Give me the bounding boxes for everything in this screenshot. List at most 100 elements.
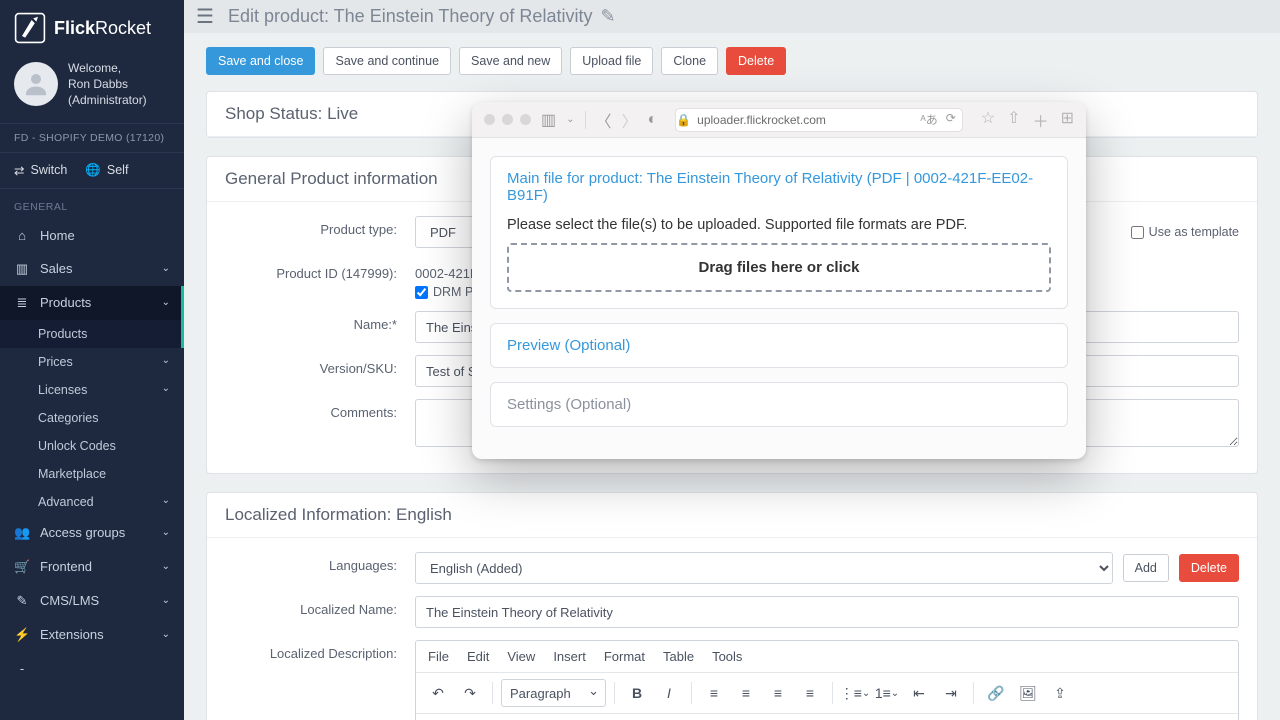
nav-extensions[interactable]: ⚡Extensions⌄: [0, 618, 184, 652]
avatar: [14, 62, 58, 106]
italic-icon[interactable]: I: [655, 679, 683, 707]
sidebar: FlickRocket Welcome, Ron Dabbs (Administ…: [0, 0, 184, 720]
delete-language-button[interactable]: Delete: [1179, 554, 1239, 582]
indent-icon[interactable]: ⇥: [937, 679, 965, 707]
brand-name: FlickRocket: [54, 18, 151, 39]
redo-icon[interactable]: ↷: [456, 679, 484, 707]
switch-toggle[interactable]: ⇄Switch: [14, 163, 67, 178]
action-buttons: Save and close Save and continue Save an…: [206, 47, 1258, 75]
list-icon: ≣: [14, 295, 30, 311]
accordion-preview[interactable]: Preview (Optional): [490, 323, 1068, 368]
use-as-template-checkbox[interactable]: Use as template: [1131, 225, 1239, 239]
chevron-down-icon: ⌄: [162, 297, 170, 308]
bullet-list-icon[interactable]: ⋮≡: [841, 679, 869, 707]
delete-button[interactable]: Delete: [726, 47, 786, 75]
label-comments: Comments:: [225, 399, 415, 420]
align-left-icon[interactable]: ≡: [700, 679, 728, 707]
nav-products[interactable]: ≣Products⌄: [0, 286, 184, 320]
ed-menu-table[interactable]: Table: [663, 649, 694, 664]
undo-icon[interactable]: ↶: [424, 679, 452, 707]
url-bar[interactable]: 🔒uploader.flickrocket.comᴬあ⟳: [675, 108, 963, 132]
reload-icon[interactable]: ⟳: [946, 111, 956, 128]
tenant-label: FD - SHOPIFY DEMO (17120): [0, 123, 184, 153]
upload-icon[interactable]: ⇪: [1046, 679, 1074, 707]
label-sku: Version/SKU:: [225, 355, 415, 376]
sub-licenses[interactable]: Licenses⌄: [0, 376, 184, 404]
share-icon[interactable]: ⇧: [1007, 108, 1020, 132]
edit-title-icon[interactable]: ✎: [600, 6, 615, 27]
nav-access[interactable]: 👥Access groups⌄: [0, 516, 184, 550]
people-icon: 👥: [14, 525, 30, 541]
topbar: ☰ Edit product: The Einstein Theory of R…: [184, 0, 1280, 33]
save-close-button[interactable]: Save and close: [206, 47, 315, 75]
paragraph-select[interactable]: Paragraph: [501, 679, 606, 707]
switch-icon: ⇄: [14, 163, 24, 178]
upload-file-button[interactable]: Upload file: [570, 47, 653, 75]
page-title: Edit product: The Einstein Theory of Rel…: [228, 6, 616, 27]
clone-button[interactable]: Clone: [661, 47, 718, 75]
label-product-id: Product ID (147999):: [225, 260, 415, 281]
label-localized-name: Localized Name:: [225, 596, 415, 617]
sub-products[interactable]: Products: [0, 320, 184, 348]
acc-main-file-header[interactable]: Main file for product: The Einstein Theo…: [491, 157, 1067, 217]
chevron-down-icon: ⌄: [162, 495, 170, 506]
ed-menu-view[interactable]: View: [507, 649, 535, 664]
nav-more[interactable]: -: [0, 652, 184, 685]
align-right-icon[interactable]: ≡: [764, 679, 792, 707]
nav-frontend[interactable]: 🛒Frontend⌄: [0, 550, 184, 584]
home-icon: ⌂: [14, 228, 30, 243]
localized-name-input[interactable]: [415, 596, 1239, 628]
save-continue-button[interactable]: Save and continue: [323, 47, 451, 75]
chart-icon: ▥: [14, 261, 30, 277]
align-center-icon[interactable]: ≡: [732, 679, 760, 707]
plus-icon[interactable]: ＋: [1033, 108, 1049, 132]
ed-menu-insert[interactable]: Insert: [553, 649, 586, 664]
window-controls[interactable]: [484, 114, 531, 125]
rich-text-editor: File Edit View Insert Format Table Tools: [415, 640, 1239, 720]
sub-categories[interactable]: Categories: [0, 404, 184, 432]
add-language-button[interactable]: Add: [1123, 554, 1169, 582]
bold-icon[interactable]: B: [623, 679, 651, 707]
tabs-icon[interactable]: ⊞: [1061, 108, 1074, 132]
ed-menu-file[interactable]: File: [428, 649, 449, 664]
accordion-main-file: Main file for product: The Einstein Theo…: [490, 156, 1068, 309]
localized-panel: Localized Information: English Languages…: [206, 492, 1258, 720]
nav-sales[interactable]: ▥Sales⌄: [0, 252, 184, 286]
sub-prices[interactable]: Prices⌄: [0, 348, 184, 376]
label-name: Name:*: [225, 311, 415, 332]
nav-home[interactable]: ⌂Home: [0, 219, 184, 252]
chevron-down-icon: ⌄: [162, 561, 170, 572]
forward-icon[interactable]: 〉: [622, 108, 638, 132]
globe-icon: 🌐: [85, 163, 101, 178]
editor-body[interactable]: The Einstein Theory of Relativity by Hen…: [416, 714, 1238, 720]
language-select[interactable]: English (Added): [415, 552, 1113, 584]
accordion-settings[interactable]: Settings (Optional): [490, 382, 1068, 427]
sub-marketplace[interactable]: Marketplace: [0, 460, 184, 488]
file-dropzone[interactable]: Drag files here or click: [507, 243, 1051, 292]
number-list-icon[interactable]: 1≡: [873, 679, 901, 707]
uploader-modal: ▥⌄ 〈〉 ◐ 🔒uploader.flickrocket.comᴬあ⟳ ☆ ⇧…: [472, 102, 1086, 459]
ed-menu-format[interactable]: Format: [604, 649, 645, 664]
sidebar-toggle-icon[interactable]: ▥: [541, 110, 556, 130]
upload-instructions: Please select the file(s) to be uploaded…: [507, 217, 1051, 233]
sub-unlock[interactable]: Unlock Codes: [0, 432, 184, 460]
image-icon[interactable]: 🖼: [1014, 679, 1042, 707]
link-icon[interactable]: 🔗: [982, 679, 1010, 707]
section-general: GENERAL: [0, 189, 184, 219]
ed-menu-edit[interactable]: Edit: [467, 649, 489, 664]
save-new-button[interactable]: Save and new: [459, 47, 562, 75]
back-icon[interactable]: 〈: [596, 108, 612, 132]
star-icon[interactable]: ☆: [981, 108, 995, 132]
shield-icon[interactable]: ◐: [648, 111, 658, 129]
nav-cms[interactable]: ✎CMS/LMS⌄: [0, 584, 184, 618]
hamburger-icon[interactable]: ☰: [196, 4, 214, 29]
welcome-text: Welcome,: [68, 60, 147, 76]
outdent-icon[interactable]: ⇤: [905, 679, 933, 707]
align-justify-icon[interactable]: ≡: [796, 679, 824, 707]
sub-advanced[interactable]: Advanced⌄: [0, 488, 184, 516]
label-product-type: Product type:: [225, 216, 415, 237]
chevron-down-icon: ⌄: [162, 263, 170, 274]
self-toggle[interactable]: 🌐Self: [85, 163, 128, 178]
translate-icon[interactable]: ᴬあ: [920, 111, 937, 128]
ed-menu-tools[interactable]: Tools: [712, 649, 742, 664]
